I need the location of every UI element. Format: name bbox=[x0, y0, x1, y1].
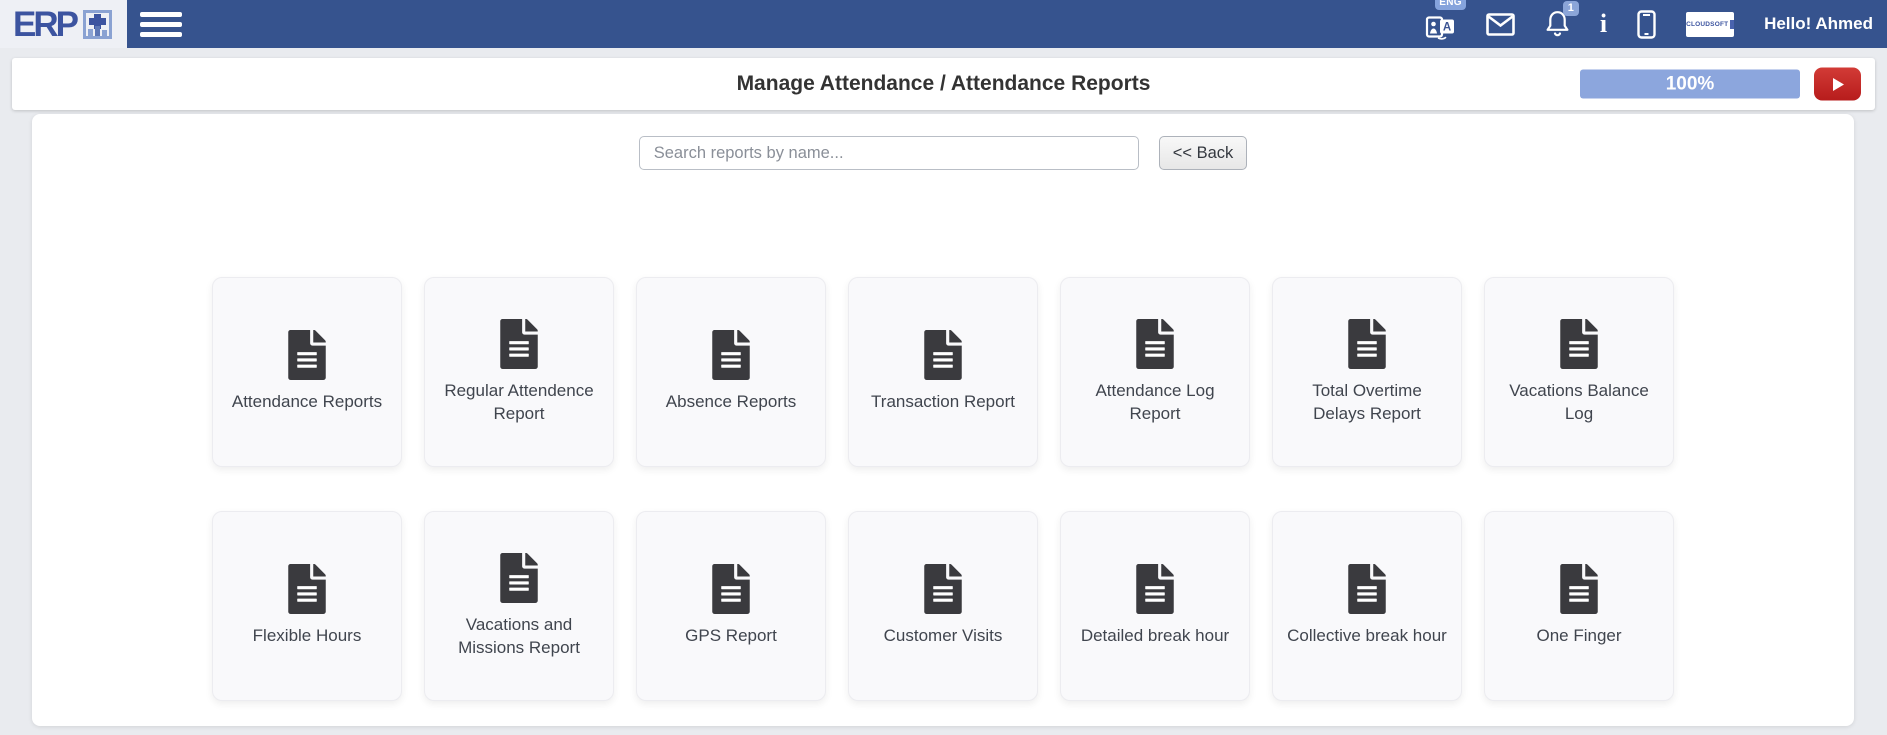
title-controls: 100% bbox=[1580, 68, 1861, 101]
document-icon bbox=[1136, 319, 1174, 369]
report-card[interactable]: Absence Reports bbox=[636, 277, 826, 467]
document-icon bbox=[288, 330, 326, 380]
report-card[interactable]: Detailed break hour bbox=[1060, 511, 1250, 701]
erp-logo-icon: ERP bbox=[13, 5, 115, 43]
report-card-label: Detailed break hour bbox=[1081, 625, 1229, 648]
report-card[interactable]: Vacations and Missions Report bbox=[424, 511, 614, 701]
report-card[interactable]: Vacations Balance Log bbox=[1484, 277, 1674, 467]
mobile-app-button[interactable] bbox=[1637, 10, 1656, 39]
search-input[interactable] bbox=[639, 136, 1139, 170]
app-logo[interactable]: ERP bbox=[0, 0, 127, 48]
notification-badge: 1 bbox=[1563, 1, 1579, 16]
header-actions: ENG A bbox=[1425, 0, 1877, 48]
reports-grid: Attendance Reports Regular Attendence Re… bbox=[212, 277, 1674, 701]
brand-badge[interactable]: CLOUDSOFT bbox=[1686, 12, 1734, 37]
mail-icon bbox=[1486, 13, 1515, 36]
document-icon bbox=[288, 564, 326, 614]
info-icon: i bbox=[1600, 11, 1607, 37]
document-icon bbox=[712, 564, 750, 614]
report-card-label: Vacations and Missions Report bbox=[437, 614, 601, 660]
title-bar: Manage Attendance / Attendance Reports 1… bbox=[12, 58, 1875, 110]
report-card-label: GPS Report bbox=[685, 625, 777, 648]
menu-hamburger-icon[interactable] bbox=[140, 12, 182, 37]
report-card[interactable]: Transaction Report bbox=[848, 277, 1038, 467]
document-icon bbox=[500, 553, 538, 603]
progress-label: 100% bbox=[1666, 73, 1715, 95]
content-panel: << Back Attendance Reports Regular Atten… bbox=[32, 114, 1854, 726]
language-switcher[interactable]: ENG A bbox=[1425, 9, 1456, 40]
info-button[interactable]: i bbox=[1600, 11, 1607, 37]
report-card[interactable]: Regular Attendence Report bbox=[424, 277, 614, 467]
report-card-label: One Finger bbox=[1536, 625, 1621, 648]
document-icon bbox=[1136, 564, 1174, 614]
report-card-label: Vacations Balance Log bbox=[1497, 380, 1661, 426]
brand-badge-mark bbox=[1730, 20, 1734, 29]
report-card[interactable]: Total Overtime Delays Report bbox=[1272, 277, 1462, 467]
report-card[interactable]: Flexible Hours bbox=[212, 511, 402, 701]
play-icon bbox=[1830, 76, 1846, 92]
report-card[interactable]: Collective break hour bbox=[1272, 511, 1462, 701]
progress-bar: 100% bbox=[1580, 70, 1800, 99]
report-card-label: Flexible Hours bbox=[253, 625, 362, 648]
document-icon bbox=[924, 330, 962, 380]
document-icon bbox=[1560, 319, 1598, 369]
report-card-label: Total Overtime Delays Report bbox=[1285, 380, 1449, 426]
report-card-label: Attendance Log Report bbox=[1073, 380, 1237, 426]
back-button[interactable]: << Back bbox=[1159, 136, 1248, 170]
report-card-label: Customer Visits bbox=[884, 625, 1003, 648]
document-icon bbox=[712, 330, 750, 380]
document-icon bbox=[924, 564, 962, 614]
report-card[interactable]: GPS Report bbox=[636, 511, 826, 701]
svg-text:A: A bbox=[1443, 21, 1451, 33]
report-card-label: Collective break hour bbox=[1287, 625, 1447, 648]
play-button[interactable] bbox=[1814, 68, 1861, 101]
report-card-label: Transaction Report bbox=[871, 391, 1015, 414]
app-header: ERP ENG bbox=[0, 0, 1887, 48]
document-icon bbox=[1560, 564, 1598, 614]
report-card[interactable]: One Finger bbox=[1484, 511, 1674, 701]
mobile-phone-icon bbox=[1637, 10, 1656, 39]
report-card-label: Absence Reports bbox=[666, 391, 796, 414]
document-icon bbox=[500, 319, 538, 369]
report-card[interactable]: Attendance Log Report bbox=[1060, 277, 1250, 467]
messages[interactable] bbox=[1486, 13, 1515, 36]
report-card-label: Regular Attendence Report bbox=[437, 380, 601, 426]
language-badge: ENG bbox=[1435, 0, 1466, 10]
notifications[interactable]: 1 bbox=[1545, 10, 1570, 38]
report-card[interactable]: Attendance Reports bbox=[212, 277, 402, 467]
document-icon bbox=[1348, 319, 1386, 369]
document-icon bbox=[1348, 564, 1386, 614]
brand-badge-text: CLOUDSOFT bbox=[1686, 21, 1728, 28]
search-row: << Back bbox=[32, 114, 1854, 170]
report-card[interactable]: Customer Visits bbox=[848, 511, 1038, 701]
translate-icon: A bbox=[1425, 9, 1456, 40]
svg-text:ERP: ERP bbox=[13, 5, 79, 43]
report-card-label: Attendance Reports bbox=[232, 391, 382, 414]
app-viewport: ERP ENG bbox=[0, 0, 1887, 735]
user-greeting: Hello! Ahmed bbox=[1764, 14, 1877, 34]
